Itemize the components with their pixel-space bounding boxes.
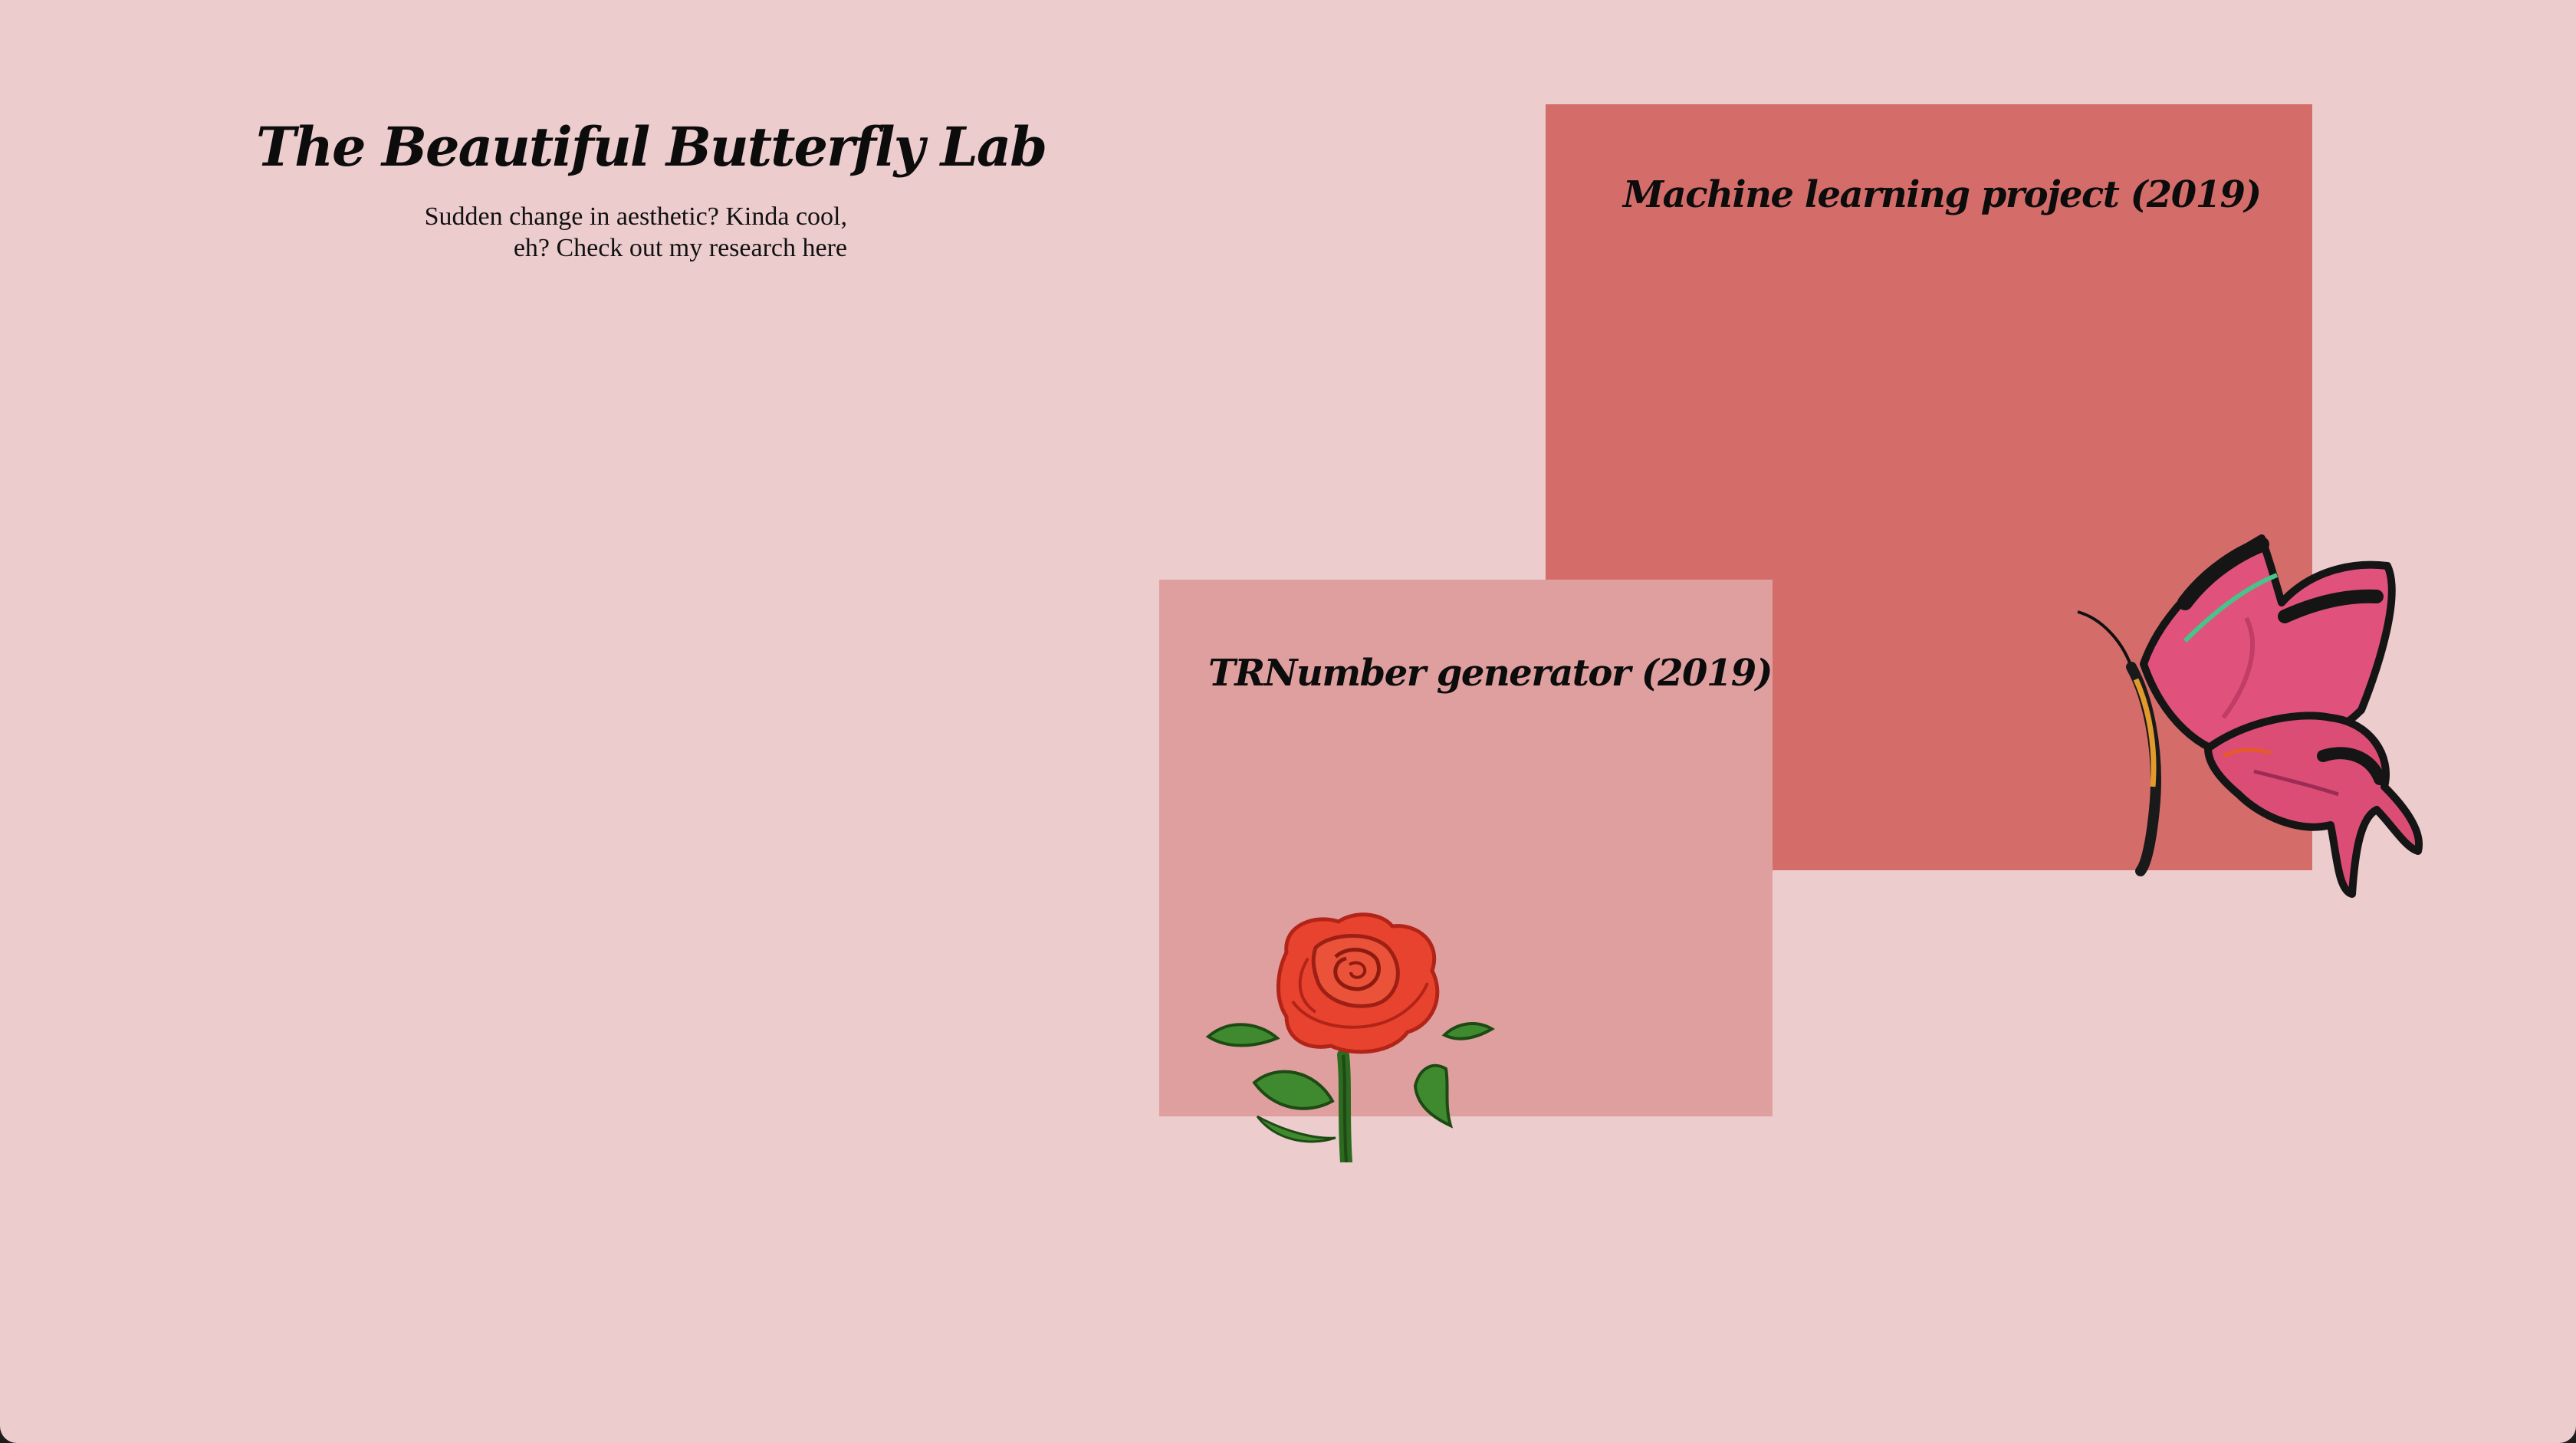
rose-icon — [1205, 912, 1495, 1162]
butterfly-icon — [2077, 534, 2423, 898]
site-title: The Beautiful Butterfly Lab — [256, 115, 1047, 179]
tagline: Sudden change in aesthetic? Kinda cool, … — [424, 202, 847, 262]
project-title[interactable]: TRNumber generator (2019) — [1208, 652, 1773, 695]
page: The Beautiful Butterfly Lab Sudden chang… — [0, 0, 2576, 1443]
project-title[interactable]: Machine learning project (2019) — [1623, 173, 2262, 216]
